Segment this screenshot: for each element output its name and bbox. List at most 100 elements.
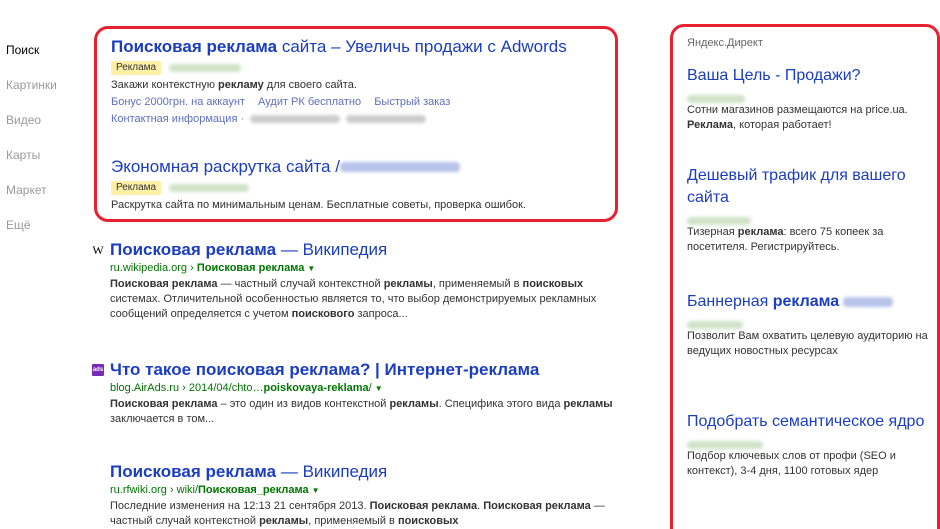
snippet-bold: рекламы	[389, 398, 439, 410]
ad-title-row: Экономная раскрутка сайта /	[111, 157, 611, 177]
result-title-row: W Поисковая реклама — Википедия	[92, 240, 632, 260]
direct-ad-url	[687, 436, 933, 449]
nav-more[interactable]: Ещё	[6, 215, 76, 235]
result-title-link[interactable]: Поисковая реклама — Википедия	[110, 240, 387, 260]
ad-title-bold: Поисковая реклама	[111, 37, 278, 56]
blurred-phone	[250, 115, 341, 123]
ad-item: Экономная раскрутка сайта / Реклама Раск…	[111, 157, 611, 211]
nav-search[interactable]: Поиск	[6, 40, 76, 60]
snippet-bold: рекламы	[563, 398, 613, 410]
snippet-text: запроса...	[354, 308, 408, 320]
nav-video[interactable]: Видео	[6, 110, 76, 130]
blurred-url	[169, 63, 242, 72]
ad-title-link[interactable]: Поисковая реклама сайта – Увеличь продаж…	[111, 37, 567, 56]
url-end: /	[368, 382, 372, 394]
dropdown-arrow-icon[interactable]: ▼	[307, 264, 315, 273]
snippet-text: Последние изменения на 12:13 21 сентября…	[110, 500, 370, 512]
wikipedia-icon: W	[92, 242, 104, 257]
result-title-bold: Поисковая реклама	[110, 462, 277, 481]
sitelink-bonus[interactable]: Бонус 2000грн. на аккаунт	[111, 96, 245, 108]
snippet-text: . Специфика этого вида	[438, 398, 564, 410]
direct-ad-text: Сотни магазинов размещаются на price.ua.…	[687, 103, 933, 133]
ad-meta: Реклама	[111, 60, 611, 75]
sitelink-order[interactable]: Быстрый заказ	[374, 96, 450, 108]
result-snippet: Последние изменения на 12:13 21 сентября…	[92, 499, 632, 529]
result-snippet: Поисковая реклама – это один из видов ко…	[92, 397, 632, 427]
result-title-bold: Поисковая реклама	[110, 240, 277, 259]
direct-ad-title[interactable]: Ваша Цель - Продажи?	[687, 65, 933, 87]
search-results-page: Поиск Картинки Видео Карты Маркет Ещё По…	[0, 0, 940, 529]
direct-ad-title[interactable]: Подобрать семантическое ядро	[687, 411, 933, 433]
snippet-bold: Поисковая реклама	[110, 278, 218, 290]
direct-text-bold: реклама	[737, 226, 784, 238]
result-title-bold: Что такое поисковая реклама? | Интернет-…	[110, 360, 540, 379]
result-snippet: Поисковая реклама — частный случай конте…	[92, 277, 632, 322]
nav-images[interactable]: Картинки	[6, 75, 76, 95]
result-path-link[interactable]: Поисковая реклама	[197, 262, 305, 274]
direct-ad-title[interactable]: Дешевый трафик для вашего сайта	[687, 165, 933, 209]
ad-text: Раскрутка сайта по минимальным ценам. Бе…	[111, 199, 526, 211]
direct-ad-title-row: Баннерная реклама	[687, 291, 933, 313]
direct-ad: Ваша Цель - Продажи? Сотни магазинов раз…	[687, 65, 933, 133]
direct-text: Тизерная	[687, 226, 738, 238]
ad-text-post: для своего сайта.	[263, 79, 357, 91]
snippet-bold: рекламы	[383, 278, 433, 290]
blurred-url	[687, 217, 751, 225]
snippet-bold: реклама	[545, 500, 591, 512]
blurred-url	[169, 183, 250, 192]
ad-meta: Реклама	[111, 180, 611, 195]
direct-title-text: Баннерная	[687, 293, 773, 310]
sitelink-audit[interactable]: Аудит РК бесплатно	[258, 96, 361, 108]
direct-text-bold: Реклама	[687, 119, 734, 131]
ad-title-link[interactable]: Экономная раскрутка сайта /	[111, 157, 340, 177]
result-title-rest: — Википедия	[276, 462, 388, 481]
url-mid: › 2014/04/chto…	[179, 382, 264, 394]
ad-text-bold: рекламу	[218, 79, 264, 91]
direct-ads-highlight: Яндекс.Директ Ваша Цель - Продажи? Сотни…	[670, 24, 940, 529]
snippet-text: заключается в том...	[110, 413, 215, 425]
url-mid: › wiki/	[166, 484, 199, 496]
contact-info-link[interactable]: Контактная информация ·	[111, 113, 244, 125]
result-host-link[interactable]: blog.AirAds.ru	[110, 382, 179, 394]
blurred-url	[687, 441, 763, 449]
url-path-bold: poiskovaya-reklama	[263, 382, 369, 394]
airads-icon: ads	[92, 364, 104, 376]
ad-item: Поисковая реклама сайта – Увеличь продаж…	[111, 37, 611, 125]
direct-ad-url	[687, 316, 933, 329]
result-url: blog.AirAds.ru › 2014/04/chto…poiskovaya…	[92, 382, 632, 394]
nav-maps[interactable]: Карты	[6, 145, 76, 165]
ad-title-rest: сайта – Увеличь продажи с Adwords	[277, 37, 567, 56]
dropdown-arrow-icon[interactable]: ▼	[312, 486, 320, 495]
snippet-bold: рекламы	[259, 515, 309, 527]
snippet-bold: Поисковая	[483, 500, 542, 512]
result-title-rest: — Википедия	[276, 240, 388, 259]
search-result: ads Что такое поисковая реклама? | Интер…	[92, 360, 632, 427]
direct-ad-text: Тизерная реклама: всего 75 копеек за пос…	[687, 225, 933, 255]
result-host-link[interactable]: ru.rfwiki.org	[110, 484, 167, 496]
direct-ad: Дешевый трафик для вашего сайта Тизерная…	[687, 165, 933, 255]
result-host-link[interactable]: ru.wikipedia.org	[110, 262, 187, 274]
nav-market[interactable]: Маркет	[6, 180, 76, 200]
top-ads-highlight: Поисковая реклама сайта – Увеличь продаж…	[94, 26, 618, 222]
ad-sitelinks: Бонус 2000грн. на аккаунт Аудит РК беспл…	[111, 96, 611, 108]
result-title-link[interactable]: Что такое поисковая реклама? | Интернет-…	[110, 360, 539, 380]
result-url: ru.rfwiki.org › wiki/Поисковая_реклама ▼	[92, 484, 632, 496]
ad-text-pre: Закажи контекстную	[111, 79, 219, 91]
direct-ad-title[interactable]: Баннерная реклама	[687, 291, 839, 313]
snippet-text: , применяемый в	[308, 515, 398, 527]
snippet-bold: Поисковая реклама	[110, 398, 218, 410]
snippet-text: – это один из видов контекстной	[217, 398, 390, 410]
blurred-brand	[843, 297, 894, 307]
dropdown-arrow-icon[interactable]: ▼	[375, 384, 383, 393]
result-title-link[interactable]: Поисковая реклама — Википедия	[110, 462, 387, 482]
blurred-hours	[346, 115, 427, 123]
search-nav: Поиск Картинки Видео Карты Маркет Ещё	[6, 40, 76, 250]
snippet-bold: поискового	[291, 308, 355, 320]
snippet-text: , применяемый в	[432, 278, 523, 290]
snippet-bold: поисковых	[397, 515, 459, 527]
search-result: W Поисковая реклама — Википедия ru.wikip…	[92, 240, 632, 322]
direct-ad: Подобрать семантическое ядро Подбор ключ…	[687, 411, 933, 479]
result-title-row: ads Что такое поисковая реклама? | Интер…	[92, 360, 632, 380]
blurred-url	[687, 321, 743, 329]
direct-header: Яндекс.Директ	[687, 37, 763, 49]
